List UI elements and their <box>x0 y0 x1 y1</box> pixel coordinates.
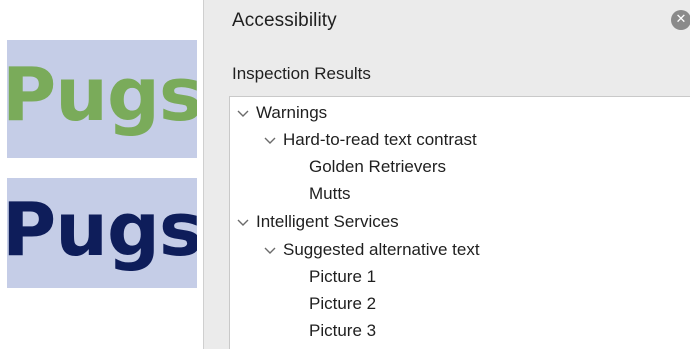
chevron-down-icon[interactable] <box>236 106 250 120</box>
tree-item-hard-to-read-contrast[interactable]: Hard-to-read text contrast <box>263 126 477 153</box>
slide-text-navy: Pugs <box>7 187 197 273</box>
tree-item-label: Warnings <box>256 103 328 122</box>
pane-title: Accessibility <box>232 10 337 31</box>
chevron-down-icon[interactable] <box>263 243 277 257</box>
tree-item-suggested-alt-text[interactable]: Suggested alternative text <box>263 236 480 263</box>
tree-item-label: Intelligent Services <box>256 212 399 231</box>
chevron-down-icon[interactable] <box>263 133 277 147</box>
tree-item-mutts[interactable]: Mutts <box>309 180 351 207</box>
tree-item-label: Picture 2 <box>309 294 377 313</box>
tree-item-label: Picture 3 <box>309 321 377 340</box>
tree-item-label: Golden Retrievers <box>309 157 447 176</box>
tree-item-warnings[interactable]: Warnings <box>236 99 327 126</box>
pugs-navy-text-box[interactable]: Pugs <box>7 178 197 288</box>
tree-item-intelligent-services[interactable]: Intelligent Services <box>236 208 399 235</box>
tree-item-label: Mutts <box>309 184 351 203</box>
tree-item-picture-3[interactable]: Picture 3 <box>309 317 376 344</box>
slide-text-green: Pugs <box>7 52 197 138</box>
tree-item-picture-2[interactable]: Picture 2 <box>309 290 376 317</box>
close-icon[interactable]: ✕ <box>671 10 690 30</box>
document-area: Pugs Pugs <box>0 0 203 349</box>
tree-item-label: Hard-to-read text contrast <box>283 130 477 149</box>
tree-item-label: Suggested alternative text <box>283 240 480 259</box>
tree-item-golden-retrievers[interactable]: Golden Retrievers <box>309 153 446 180</box>
inspection-results-tree: Warnings Hard-to-read text contrast Gold… <box>229 96 690 349</box>
accessibility-pane: Accessibility ✕ Inspection Results Warni… <box>203 0 690 349</box>
tree-item-picture-1[interactable]: Picture 1 <box>309 263 376 290</box>
inspection-results-label: Inspection Results <box>232 64 371 83</box>
pugs-green-text-box[interactable]: Pugs <box>7 40 197 158</box>
tree-item-label: Picture 1 <box>309 267 377 286</box>
chevron-down-icon[interactable] <box>236 215 250 229</box>
